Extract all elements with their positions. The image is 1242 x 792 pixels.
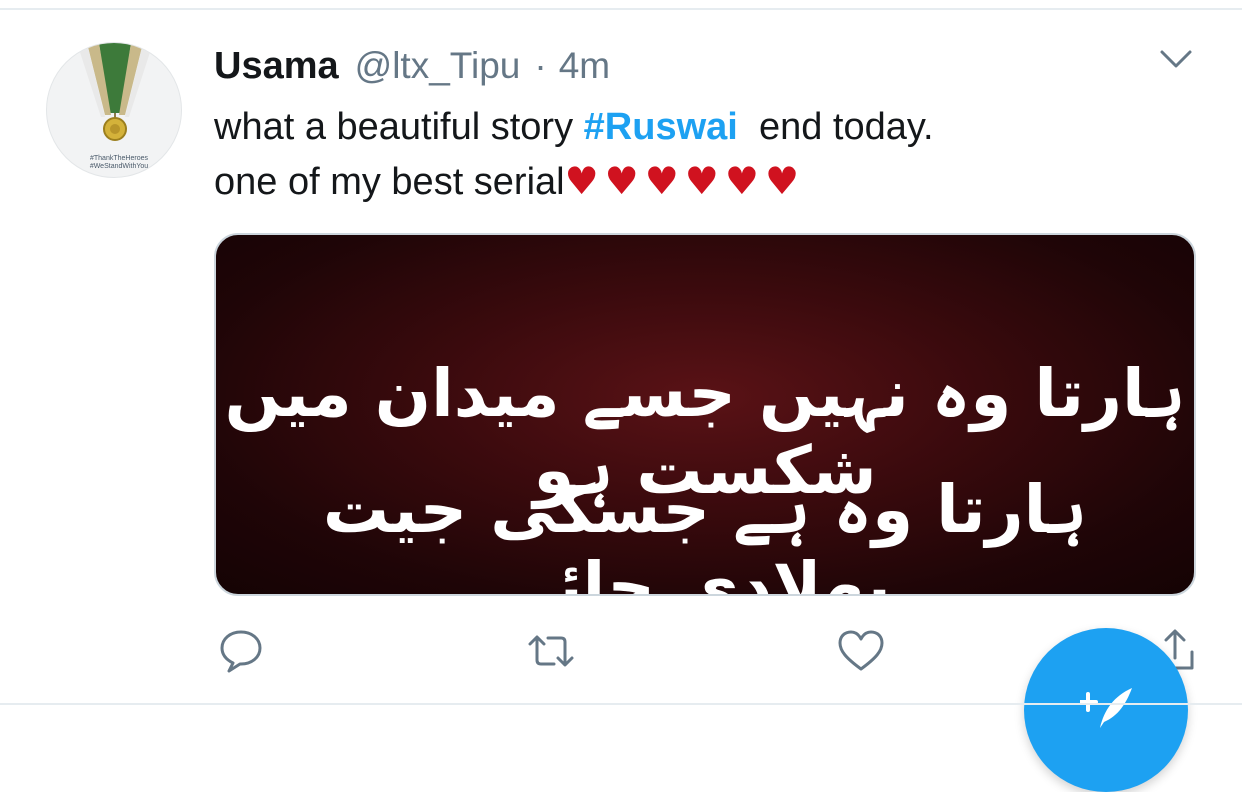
compose-tweet-icon xyxy=(1080,688,1132,728)
compose-tweet-button[interactable] xyxy=(1024,628,1188,792)
top-divider xyxy=(0,8,1242,10)
tweet-text-part1: what a beautiful story xyxy=(214,106,584,148)
tweet-media-image[interactable]: ہارتا وہ نہیں جسے میدان میں شکست ہو ہارت… xyxy=(214,233,1196,596)
tweet-line-1: what a beautiful story #Ruswai end today… xyxy=(214,100,934,154)
tweet-text-part2: end today. xyxy=(737,106,934,148)
urdu-text-line-2: ہارتا وہ ہے جسکی جیت بھلادی جائے xyxy=(322,471,1088,596)
bottom-divider xyxy=(0,703,1242,705)
tweet-line-2: one of my best serial♥♥♥♥♥♥ xyxy=(214,154,934,209)
tweet-header: Usama @ltx_Tipu · 4m xyxy=(214,42,610,90)
heart-icon[interactable] xyxy=(836,626,886,676)
author-name[interactable]: Usama xyxy=(214,45,339,88)
avatar-caption-2: #WeStandWithYou xyxy=(89,163,149,170)
avatar[interactable]: #ThankTheHeroes #WeStandWithYou xyxy=(46,42,182,178)
heart-emojis: ♥♥♥♥♥♥ xyxy=(564,159,806,203)
reply-icon[interactable] xyxy=(216,626,266,676)
chevron-down-icon[interactable] xyxy=(1158,46,1194,72)
retweet-icon[interactable] xyxy=(526,626,576,676)
separator-dot: · xyxy=(534,45,547,86)
tweet-timestamp[interactable]: 4m xyxy=(559,45,610,87)
author-handle[interactable]: @ltx_Tipu xyxy=(355,45,521,87)
tweet-body: what a beautiful story #Ruswai end today… xyxy=(214,100,934,209)
hashtag-link[interactable]: #Ruswai xyxy=(584,106,738,148)
avatar-caption-1: #ThankTheHeroes xyxy=(90,155,148,162)
tweet-text-line2: one of my best serial xyxy=(214,161,565,203)
